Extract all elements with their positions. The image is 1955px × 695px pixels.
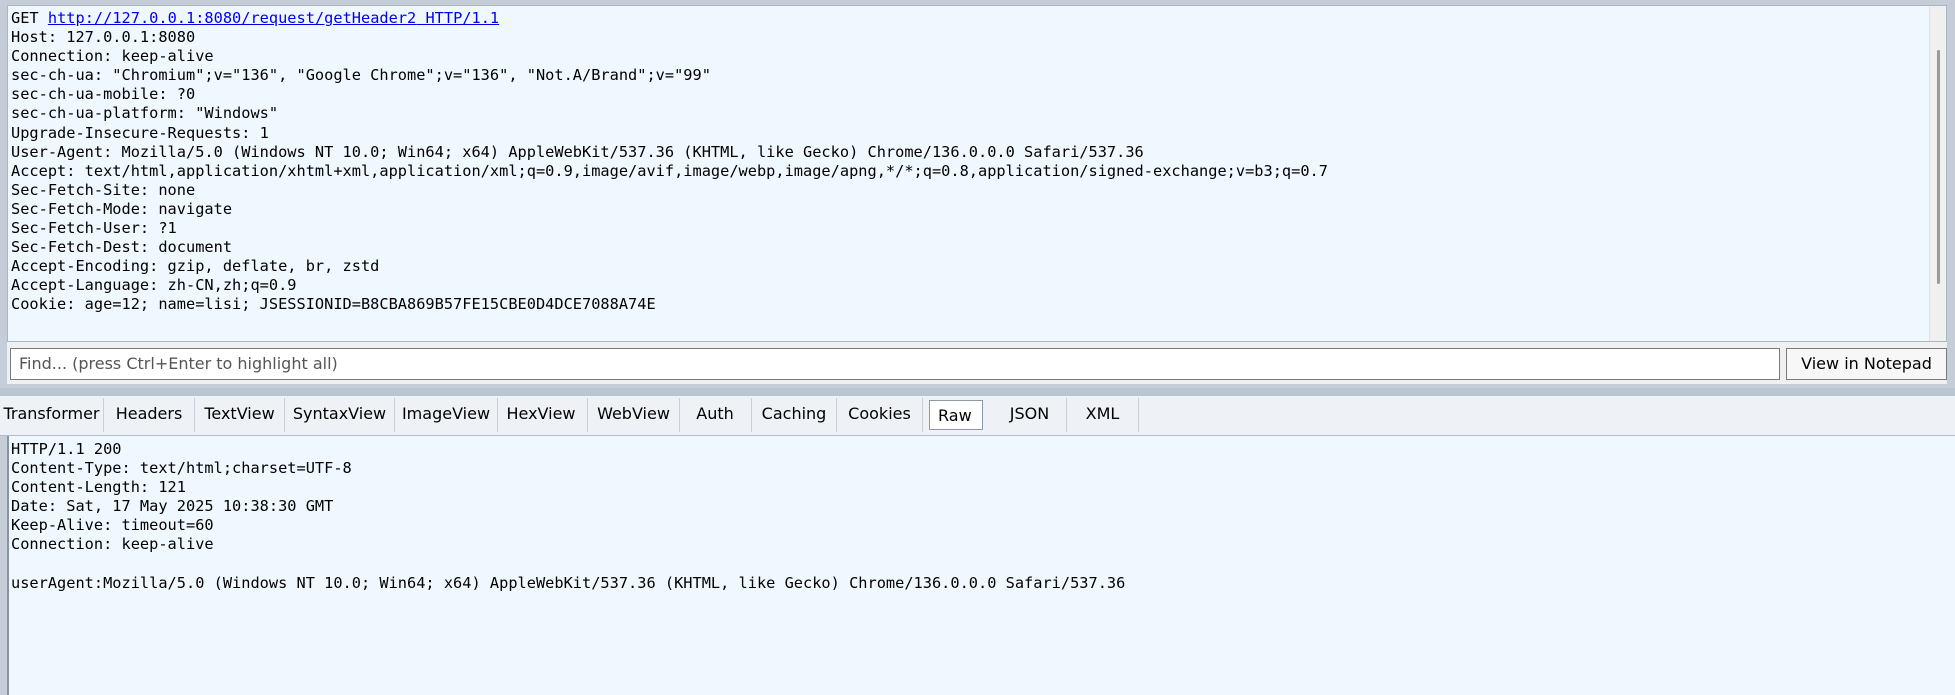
request-header-line: Sec-Fetch-Mode: navigate	[11, 199, 233, 218]
response-line: HTTP/1.1 200	[11, 440, 122, 458]
tab-caching[interactable]: Caching	[752, 398, 837, 432]
response-line: Keep-Alive: timeout=60	[11, 516, 214, 535]
request-header-line: sec-ch-ua: "Chromium";v="136", "Google C…	[11, 66, 711, 85]
response-raw-text[interactable]: HTTP/1.1 200 Content-Type: text/html;cha…	[11, 440, 1125, 593]
response-line: Connection: keep-alive	[11, 535, 214, 554]
tab-hexview[interactable]: HexView	[495, 398, 588, 432]
pane-splitter[interactable]	[0, 388, 1955, 396]
request-method: GET	[11, 9, 39, 27]
request-header-line: sec-ch-ua-platform: "Windows"	[11, 104, 279, 123]
view-in-notepad-button[interactable]: View in Notepad	[1786, 348, 1947, 380]
request-header-line: Cookie: age=12; name=lisi; JSESSIONID=B8…	[11, 295, 656, 314]
request-header-line: sec-ch-ua-mobile: ?0	[11, 85, 196, 104]
tab-cookies[interactable]: Cookies	[837, 398, 923, 432]
request-raw-pane[interactable]: GET http://127.0.0.1:8080/request/getHea…	[7, 5, 1947, 342]
request-header-line: Host: 127.0.0.1:8080	[11, 28, 196, 47]
request-headers: Host: 127.0.0.1:8080 Connection: keep-al…	[11, 28, 1328, 313]
find-input[interactable]: Find... (press Ctrl+Enter to highlight a…	[10, 348, 1780, 380]
request-url-link[interactable]: http://127.0.0.1:8080/request/getHeader2…	[48, 9, 499, 27]
request-scroll-thumb[interactable]	[1937, 50, 1940, 284]
find-bar: Find... (press Ctrl+Enter to highlight a…	[7, 342, 1947, 384]
request-scrollbar[interactable]	[1929, 6, 1946, 341]
tab-headers[interactable]: Headers	[104, 398, 195, 432]
response-line: Date: Sat, 17 May 2025 10:38:30 GMT	[11, 497, 334, 516]
tab-auth[interactable]: Auth	[679, 398, 752, 432]
request-header-line: Accept: text/html,application/xhtml+xml,…	[11, 161, 1328, 180]
response-line: userAgent:Mozilla/5.0 (Windows NT 10.0; …	[11, 573, 1126, 592]
request-raw-text[interactable]: GET http://127.0.0.1:8080/request/getHea…	[11, 9, 1328, 315]
request-header-line: User-Agent: Mozilla/5.0 (Windows NT 10.0…	[11, 142, 1144, 161]
tab-json[interactable]: JSON	[993, 398, 1067, 432]
request-header-line: Sec-Fetch-Dest: document	[11, 238, 233, 257]
tab-imageview[interactable]: ImageView	[395, 398, 498, 432]
tab-textview[interactable]: TextView	[195, 398, 285, 432]
request-header-line: Accept-Encoding: gzip, deflate, br, zstd	[11, 257, 380, 276]
tab-syntaxview[interactable]: SyntaxView	[285, 398, 395, 432]
request-header-line: Sec-Fetch-User: ?1	[11, 219, 177, 238]
response-tab-strip: Transformer Headers TextView SyntaxView Imag…	[0, 396, 1955, 436]
request-line: GET http://127.0.0.1:8080/request/getHea…	[11, 9, 499, 27]
response-raw-pane[interactable]: HTTP/1.1 200 Content-Type: text/html;cha…	[7, 436, 1955, 695]
request-header-line: Connection: keep-alive	[11, 47, 214, 66]
tab-xml[interactable]: XML	[1067, 398, 1139, 432]
tab-transformer[interactable]: Transformer	[0, 398, 104, 432]
request-header-line: Upgrade-Insecure-Requests: 1	[11, 123, 269, 142]
response-line: Content-Length: 121	[11, 478, 186, 497]
request-header-line: Accept-Language: zh-CN,zh;q=0.9	[11, 276, 297, 295]
response-line: Content-Type: text/html;charset=UTF-8	[11, 459, 352, 478]
tab-raw[interactable]: Raw	[929, 400, 983, 430]
tab-webview[interactable]: WebView	[588, 398, 680, 432]
request-header-line: Sec-Fetch-Site: none	[11, 180, 196, 199]
